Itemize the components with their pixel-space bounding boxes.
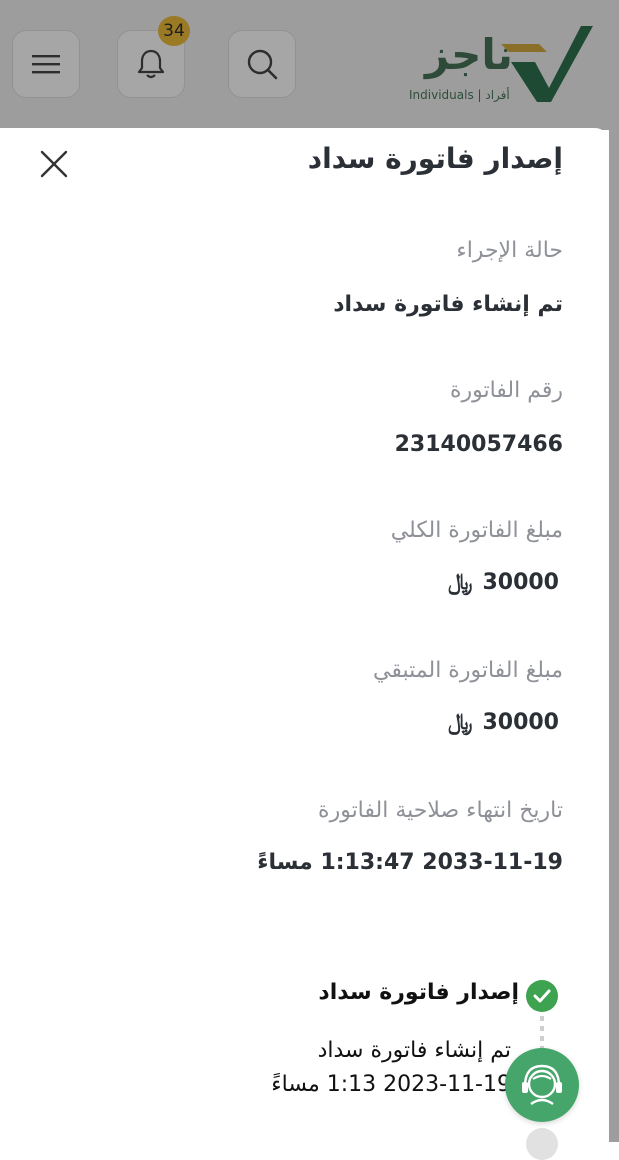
notification-count-badge: 34	[158, 16, 190, 46]
expiry-date-label: تاريخ انتهاء صلاحية الفاتورة	[318, 798, 563, 823]
najiz-logo[interactable]: ناجز Individuals | أفراد	[405, 22, 595, 108]
currency-symbol: ﷼	[448, 570, 473, 595]
total-amount-value: 30000	[482, 570, 559, 595]
currency-symbol: ﷼	[448, 710, 473, 735]
support-button[interactable]	[505, 1048, 579, 1122]
expiry-date-value: 2033-11-19 1:13:47 مساءً	[257, 850, 563, 875]
backdrop-edge	[609, 0, 619, 1142]
timeline-step-description: تم إنشاء فاتورة سداد	[317, 1038, 511, 1063]
invoice-number-label: رقم الفاتورة	[449, 378, 563, 403]
remaining-amount: ﷼ 30000	[448, 710, 559, 735]
timeline-step-title: إصدار فاتورة سداد	[318, 980, 519, 1005]
menu-icon	[32, 55, 60, 74]
sheet-title: إصدار فاتورة سداد	[307, 142, 563, 175]
brand-english: Individuals | أفراد	[409, 88, 510, 102]
app-header: 34 ناجز Individuals | أفراد	[0, 0, 619, 130]
step-complete	[526, 980, 558, 1012]
search-button[interactable]	[228, 30, 296, 98]
support-agent-icon	[522, 1064, 562, 1105]
remaining-amount-label: مبلغ الفاتورة المتبقي	[373, 658, 563, 683]
logo-check-icon	[501, 26, 593, 102]
total-amount: ﷼ 30000	[448, 570, 559, 595]
status-label: حالة الإجراء	[456, 238, 563, 263]
timeline-next-step	[526, 1128, 558, 1160]
total-amount-label: مبلغ الفاتورة الكلي	[390, 518, 563, 543]
invoice-number-value: 23140057466	[394, 432, 563, 457]
close-icon[interactable]	[38, 148, 70, 180]
status-value: تم إنشاء فاتورة سداد	[333, 292, 563, 317]
check-icon	[533, 989, 551, 1003]
bell-icon	[137, 49, 165, 79]
timeline-step-date: 2023-11-19 1:13 مساءً	[271, 1072, 511, 1097]
menu-button[interactable]	[12, 30, 80, 98]
remaining-amount-value: 30000	[482, 710, 559, 735]
search-icon	[247, 49, 278, 80]
